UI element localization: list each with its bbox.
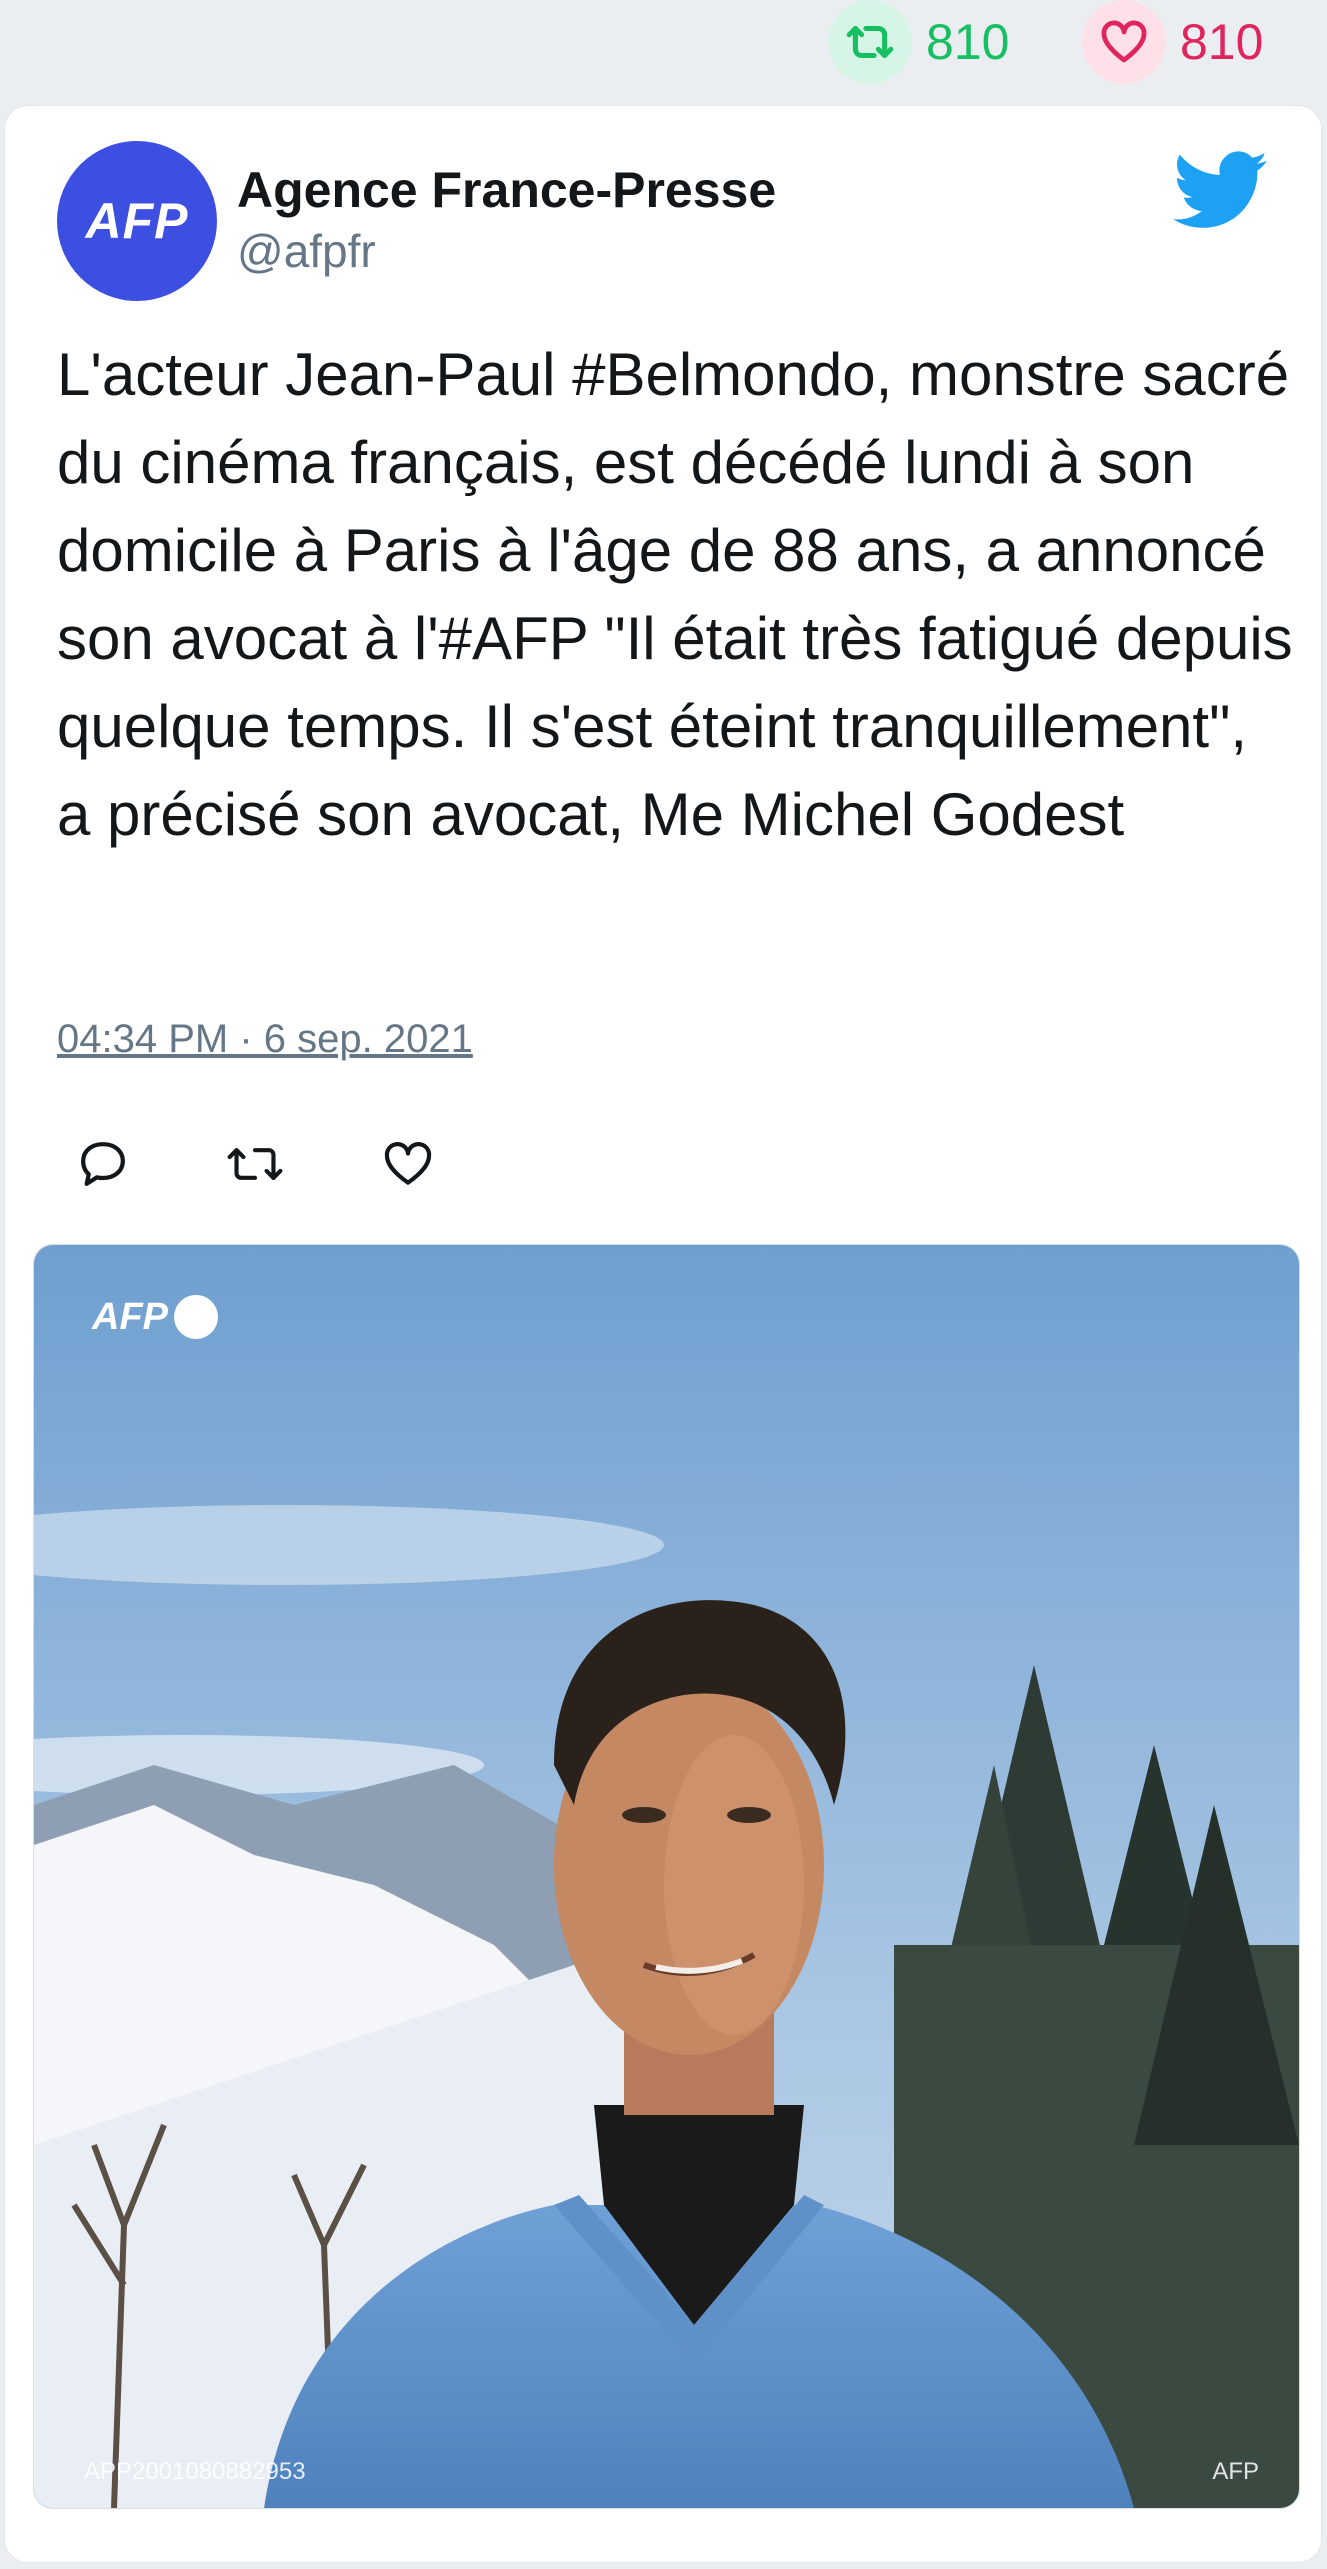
engagement-bar: 810 810 bbox=[0, 0, 1327, 100]
author-name[interactable]: Agence France-Presse bbox=[237, 161, 776, 219]
like-count: 810 bbox=[1180, 14, 1264, 70]
retweet-icon[interactable] bbox=[225, 1136, 283, 1192]
reply-icon[interactable] bbox=[75, 1136, 131, 1192]
retweet-count: 810 bbox=[926, 14, 1010, 70]
author-handle[interactable]: @afpfr bbox=[237, 224, 376, 278]
watermark-dot bbox=[174, 1295, 218, 1339]
retweet-icon[interactable] bbox=[828, 0, 912, 84]
retweet-stat[interactable]: 810 bbox=[828, 0, 1009, 84]
avatar-logo-text: AFP bbox=[85, 193, 189, 249]
photo-illustration bbox=[34, 1245, 1299, 2508]
heart-icon[interactable] bbox=[1082, 0, 1166, 84]
like-stat[interactable]: 810 bbox=[1082, 0, 1263, 84]
photo-watermark-id: APP2001080882953 bbox=[84, 2458, 306, 2485]
tweet-photo[interactable]: AFP APP2001080882953 AFP bbox=[33, 1244, 1300, 2509]
tweet-timestamp[interactable]: 04:34 PM · 6 sep. 2021 bbox=[57, 1017, 473, 1062]
photo-watermark-logo-text: AFP bbox=[92, 1295, 168, 1338]
photo-watermark-logo: AFP bbox=[92, 1295, 218, 1339]
tweet-text: L'acteur Jean-Paul #Belmondo, monstre sa… bbox=[57, 341, 1293, 848]
tweet-card: AFP Agence France-Presse @afpfr L'acteur… bbox=[4, 105, 1322, 2563]
twitter-bird-icon[interactable] bbox=[1173, 151, 1269, 231]
avatar[interactable]: AFP bbox=[57, 141, 217, 301]
photo-watermark-credit: AFP bbox=[1212, 2458, 1259, 2485]
like-icon[interactable] bbox=[380, 1136, 436, 1192]
